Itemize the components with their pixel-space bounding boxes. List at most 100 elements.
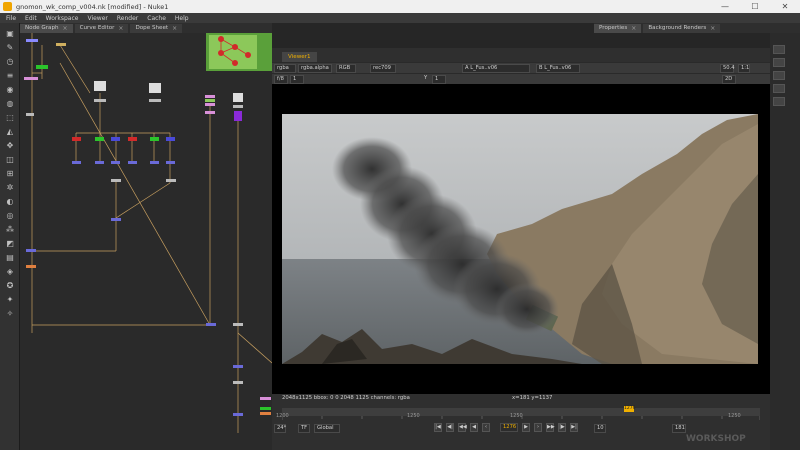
- step-forward-button[interactable]: ▶▶: [546, 423, 555, 432]
- grade-node-4[interactable]: [128, 161, 137, 164]
- transform-icon[interactable]: ✥: [5, 141, 15, 150]
- copy-node[interactable]: [26, 249, 36, 252]
- keyer-icon[interactable]: ⬚: [5, 113, 15, 122]
- read-thumbnail-node-2[interactable]: [149, 83, 161, 93]
- ocula-icon[interactable]: ◈: [5, 267, 15, 276]
- zoom-dropdown[interactable]: 50.4: [720, 64, 735, 73]
- close-icon[interactable]: ×: [118, 24, 123, 33]
- grade-node-6[interactable]: [166, 161, 175, 164]
- input-a-dropdown[interactable]: A L_Fus..v06: [462, 64, 530, 73]
- shuffle-red-node-2[interactable]: [128, 137, 137, 141]
- gamma-field[interactable]: 1: [432, 75, 446, 84]
- merge-over-node[interactable]: [206, 323, 216, 326]
- properties-button[interactable]: [773, 84, 785, 93]
- views-icon[interactable]: ⊞: [5, 169, 15, 178]
- green-node-2[interactable]: [205, 99, 215, 102]
- close-icon[interactable]: ×: [631, 24, 636, 33]
- 3d-icon[interactable]: ◫: [5, 155, 15, 164]
- image-icon[interactable]: ▣: [5, 29, 15, 38]
- gain-field[interactable]: 1: [290, 75, 304, 84]
- merge-node[interactable]: [111, 179, 121, 182]
- pink-node-2[interactable]: [205, 95, 215, 98]
- menu-workspace[interactable]: Workspace: [46, 15, 79, 22]
- current-frame-field[interactable]: 1276: [500, 423, 518, 432]
- close-button[interactable]: ✕: [770, 0, 800, 13]
- last-frame-button[interactable]: ▶|: [570, 423, 578, 432]
- fstop-field[interactable]: f/8: [274, 75, 288, 84]
- green-node-3[interactable]: [260, 407, 271, 410]
- minimize-button[interactable]: —: [710, 0, 740, 13]
- shuffle-blue-node[interactable]: [111, 137, 120, 141]
- scope-dropdown[interactable]: Global: [314, 424, 340, 433]
- node-graph-svg[interactable]: [20, 33, 272, 450]
- channel-icon[interactable]: ≡: [5, 71, 15, 80]
- step-back-button[interactable]: ◀◀: [458, 423, 467, 432]
- tab-properties[interactable]: Properties ×: [594, 24, 642, 33]
- play-forward-button[interactable]: ▶: [522, 423, 530, 432]
- input-b-dropdown[interactable]: B L_Fus..v06: [536, 64, 580, 73]
- viewer-mode-dropdown[interactable]: 2D: [722, 75, 736, 84]
- colorspace-dropdown[interactable]: RGB: [336, 64, 356, 73]
- backdrop-dot[interactable]: [245, 52, 251, 58]
- deep-icon[interactable]: ◩: [5, 239, 15, 248]
- tab-curve-editor[interactable]: Curve Editor ×: [74, 24, 129, 33]
- shuffle-red-node[interactable]: [72, 137, 81, 141]
- close-icon[interactable]: ×: [710, 24, 715, 33]
- postage-node-2[interactable]: [149, 99, 161, 102]
- menu-file[interactable]: File: [6, 15, 16, 22]
- pink-node-4[interactable]: [205, 111, 215, 114]
- properties-panel[interactable]: [770, 33, 800, 450]
- properties-button[interactable]: [773, 71, 785, 80]
- step-field[interactable]: 10: [594, 424, 606, 433]
- prev-key-button[interactable]: ◀|: [446, 423, 454, 432]
- orange-node-2[interactable]: [260, 412, 271, 415]
- grade-node-2[interactable]: [95, 161, 104, 164]
- properties-button[interactable]: [773, 45, 785, 54]
- properties-button[interactable]: [773, 97, 785, 106]
- tab-dope-sheet[interactable]: Dope Sheet ×: [130, 24, 183, 33]
- tab-background-renders[interactable]: Background Renders ×: [643, 24, 721, 33]
- other-icon[interactable]: ◎: [5, 211, 15, 220]
- grey-node[interactable]: [26, 113, 34, 116]
- shuffle-blue-node-2[interactable]: [166, 137, 175, 141]
- tf-dropdown[interactable]: TF: [298, 424, 310, 433]
- orange-node[interactable]: [26, 265, 36, 268]
- time-icon[interactable]: ◷: [5, 57, 15, 66]
- prev-frame-button[interactable]: ‹: [482, 423, 490, 432]
- pink-node-5[interactable]: [260, 397, 271, 400]
- channels-dropdown[interactable]: rgba: [274, 64, 296, 73]
- backdrop-dot[interactable]: [232, 60, 238, 66]
- menu-help[interactable]: Help: [175, 15, 189, 22]
- pink-node[interactable]: [24, 77, 38, 80]
- menu-viewer[interactable]: Viewer: [87, 15, 107, 22]
- first-frame-button[interactable]: |◀: [434, 423, 442, 432]
- merge-node-2[interactable]: [166, 179, 176, 182]
- filter-icon[interactable]: ◍: [5, 99, 15, 108]
- tab-viewer1[interactable]: Viewer1: [282, 52, 317, 62]
- particles-icon[interactable]: ⁂: [5, 225, 15, 234]
- read-thumbnail-node[interactable]: [94, 81, 106, 91]
- fps-dropdown[interactable]: 24*: [274, 424, 286, 433]
- backdrop-dot[interactable]: [218, 50, 224, 56]
- range-end-field[interactable]: 181: [672, 424, 686, 433]
- merge-plus-node[interactable]: [111, 218, 121, 221]
- gizmo-icon[interactable]: ✪: [5, 281, 15, 290]
- shuffle-green-node-2[interactable]: [150, 137, 159, 141]
- read-thumbnail-node-3[interactable]: [233, 93, 243, 102]
- read-node[interactable]: [26, 39, 38, 42]
- metadata-icon[interactable]: ✲: [5, 183, 15, 192]
- menu-cache[interactable]: Cache: [147, 15, 166, 22]
- grade-node[interactable]: [72, 161, 81, 164]
- backdrop-dot[interactable]: [232, 44, 238, 50]
- furnace-icon[interactable]: ▤: [5, 253, 15, 262]
- menu-render[interactable]: Render: [117, 15, 138, 22]
- shuffle-green-node[interactable]: [95, 137, 104, 141]
- ratio-dropdown[interactable]: 1:1: [738, 64, 750, 73]
- green-node[interactable]: [36, 65, 48, 69]
- next-key-button[interactable]: |▶: [558, 423, 566, 432]
- purple-node[interactable]: [234, 111, 242, 121]
- blue-node-2[interactable]: [233, 413, 243, 416]
- merge-icon[interactable]: ◭: [5, 127, 15, 136]
- viewer-image[interactable]: [282, 114, 758, 364]
- menu-edit[interactable]: Edit: [25, 15, 37, 22]
